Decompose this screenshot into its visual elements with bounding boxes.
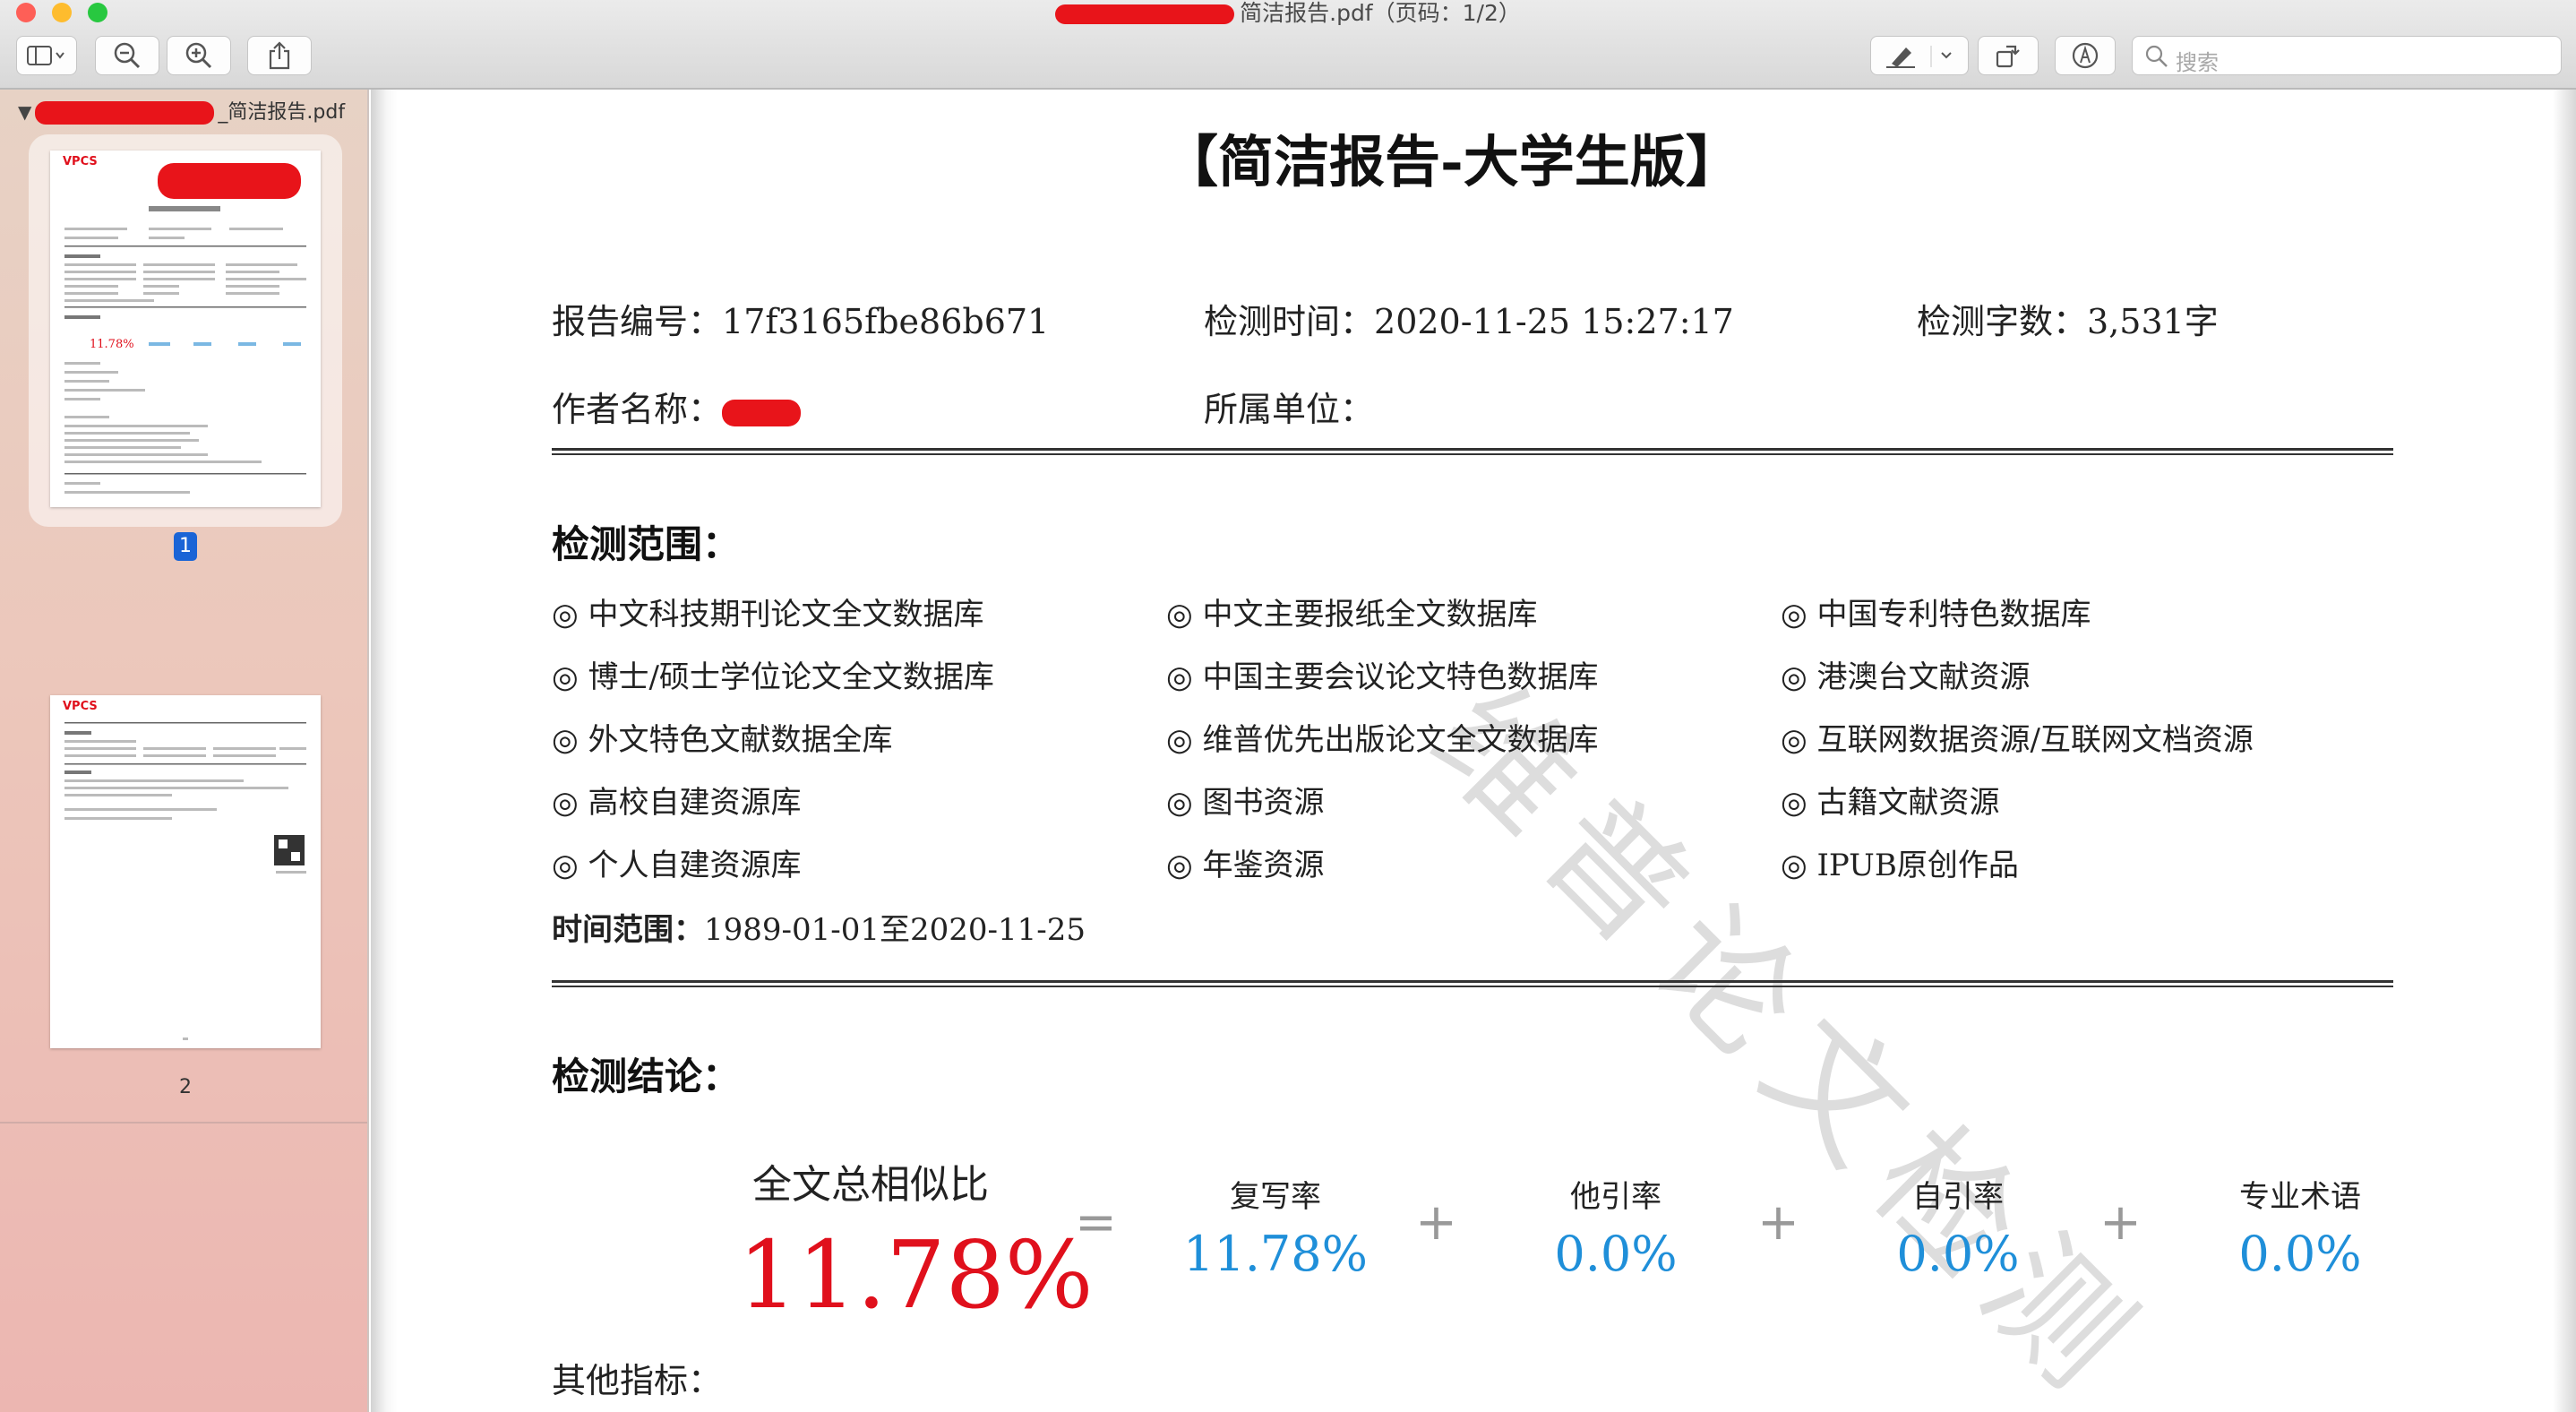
zoom-in-button[interactable] xyxy=(167,36,231,75)
page-edge-shadow-right xyxy=(2553,90,2576,1412)
metric-label: 他引率 xyxy=(1570,1179,1662,1215)
metric-label: 自引率 xyxy=(1912,1179,2004,1215)
window-title-text: 简洁报告.pdf（页码：1/2） xyxy=(1240,0,1521,26)
database-item: ◎ 中文科技期刊论文全文数据库 xyxy=(552,597,984,633)
sidebar-file-name: _简洁报告.pdf xyxy=(218,101,346,124)
share-icon xyxy=(269,41,290,70)
plus-sign: + xyxy=(2099,1193,2142,1252)
plus-sign: + xyxy=(1757,1193,1799,1252)
test-time-value: 2020-11-25 15:27:17 xyxy=(1374,302,1734,341)
database-item: ◎ 中国主要会议论文特色数据库 xyxy=(1166,659,1599,695)
time-range-label: 时间范围： xyxy=(552,912,704,948)
annotate-button[interactable] xyxy=(2055,36,2116,75)
metric-value: 11.78% xyxy=(1183,1226,1368,1282)
time-range-field: 时间范围：1989-01-01至2020-11-25 xyxy=(552,905,1086,949)
metric-label: 复写率 xyxy=(1230,1179,1321,1215)
search-field[interactable]: 搜索 xyxy=(2132,36,2562,75)
thumb-brand: VPCS xyxy=(63,700,98,713)
database-item: ◎ 个人自建资源库 xyxy=(552,848,802,883)
zoom-in-icon xyxy=(185,42,212,69)
database-item: ◎ 高校自建资源库 xyxy=(552,785,802,821)
redacted-mark xyxy=(35,101,215,125)
word-count-label: 检测字数： xyxy=(1917,302,2088,341)
section-divider xyxy=(552,980,2393,987)
total-similarity-label: 全文总相似比 xyxy=(752,1162,989,1208)
share-button[interactable] xyxy=(247,36,312,75)
database-item: ◎ 外文特色文献数据全库 xyxy=(552,722,893,758)
zoom-out-button[interactable] xyxy=(95,36,159,75)
other-metrics-heading: 其他指标： xyxy=(552,1361,723,1400)
sidebar-divider xyxy=(0,1122,367,1124)
thumbnail-sidebar[interactable]: ▼ _简洁报告.pdf VPCS 11.78% 1 VPCS 2 xyxy=(0,90,369,1412)
redacted-mark xyxy=(722,399,802,426)
test-time-field: 检测时间：2020-11-25 15:27:17 xyxy=(1204,294,1734,343)
window-title: 简洁报告.pdf（页码：1/2） xyxy=(0,0,2576,27)
metric-value: 0.0% xyxy=(1896,1226,2020,1282)
conclusion-heading: 检测结论： xyxy=(552,1055,741,1098)
search-placeholder: 搜索 xyxy=(2176,50,2219,75)
rotate-button[interactable] xyxy=(1978,36,2039,75)
database-item: ◎ 古籍文献资源 xyxy=(1781,785,2000,821)
page-thumbnail-2[interactable]: VPCS xyxy=(50,695,321,1048)
markup-button[interactable] xyxy=(1870,36,1969,75)
metric-value: 0.0% xyxy=(2238,1226,2362,1282)
word-count-field: 检测字数：3,531字 xyxy=(1917,294,2219,343)
metric-value: 0.0% xyxy=(1554,1226,1678,1282)
page-1-preview: VPCS 11.78% xyxy=(63,155,306,494)
database-item: ◎ 年鉴资源 xyxy=(1166,848,1325,883)
redacted-mark xyxy=(1055,4,1235,24)
database-item: ◎ 港澳台文献资源 xyxy=(1781,659,2031,695)
scope-heading: 检测范围： xyxy=(552,522,741,566)
author-label: 作者名称： xyxy=(552,390,723,429)
highlighter-icon xyxy=(1886,46,1952,68)
report-title: 【简洁报告-大学生版】 xyxy=(1163,129,1741,194)
equals-sign: = xyxy=(1075,1193,1117,1252)
word-count-value: 3,531字 xyxy=(2087,302,2219,341)
database-item: ◎ 中国专利特色数据库 xyxy=(1781,597,2091,633)
unit-field: 所属单位： xyxy=(1204,382,1374,431)
pen-circle-icon xyxy=(2072,42,2099,69)
page-2-preview: VPCS xyxy=(63,700,306,1040)
rotate-icon xyxy=(1996,45,2020,68)
unit-label: 所属单位： xyxy=(1204,390,1375,429)
plus-sign: + xyxy=(1415,1193,1457,1252)
database-item: ◎ 中文主要报纸全文数据库 xyxy=(1166,597,1538,633)
database-item: ◎ 图书资源 xyxy=(1166,785,1325,821)
test-time-label: 检测时间： xyxy=(1204,302,1375,341)
sidebar-file-row[interactable]: ▼ _简洁报告.pdf xyxy=(18,99,345,125)
database-item: ◎ 维普优先出版论文全文数据库 xyxy=(1166,722,1599,758)
time-range-value: 1989-01-01至2020-11-25 xyxy=(704,912,1086,948)
page-number-2[interactable]: 2 xyxy=(174,1073,197,1102)
report-number-field: 报告编号：17f3165fbe86b671 xyxy=(552,294,1049,343)
database-item: ◎ IPUB原创作品 xyxy=(1781,848,2019,883)
sidebar-toggle-button[interactable] xyxy=(16,36,77,75)
zoom-out-icon xyxy=(114,42,141,69)
report-number-value: 17f3165fbe86b671 xyxy=(722,302,1050,341)
metric-label: 专业术语 xyxy=(2239,1179,2361,1215)
page-number-1[interactable]: 1 xyxy=(174,532,197,561)
database-item: ◎ 博士/硕士学位论文全文数据库 xyxy=(552,659,994,695)
section-divider xyxy=(552,448,2393,455)
database-item: ◎ 互联网数据资源/互联网文档资源 xyxy=(1781,722,2254,758)
sidebar-icon xyxy=(27,46,64,65)
disclosure-triangle-icon[interactable]: ▼ xyxy=(18,101,31,123)
page-edge-shadow xyxy=(371,90,398,1412)
page-thumbnail-1[interactable]: VPCS 11.78% xyxy=(50,151,321,507)
window-toolbar: 简洁报告.pdf（页码：1/2） 搜索 xyxy=(0,0,2576,90)
search-icon xyxy=(2145,45,2168,67)
author-field: 作者名称： xyxy=(552,382,802,431)
pdf-page-view[interactable]: 维普论文检测 【简洁报告-大学生版】 报告编号：17f3165fbe86b671… xyxy=(371,90,2576,1412)
svg-text:11.78%: 11.78% xyxy=(90,338,134,351)
report-number-label: 报告编号： xyxy=(552,302,723,341)
total-similarity-value: 11.78% xyxy=(738,1220,1094,1330)
thumb-brand: VPCS xyxy=(63,155,98,168)
